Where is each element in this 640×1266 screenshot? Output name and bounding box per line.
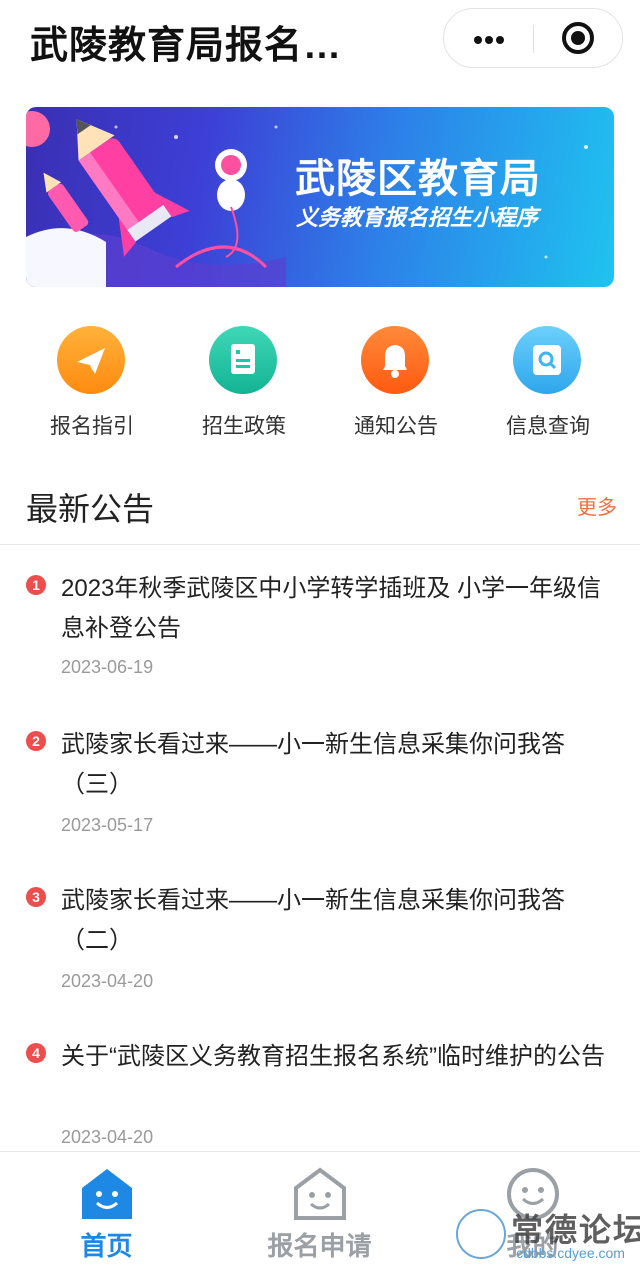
notice-title: 武陵家长看过来——小一新生信息采集你问我答（二） — [61, 887, 565, 954]
tab-home[interactable]: 首页 — [0, 1152, 213, 1266]
tab-label: 首页 — [80, 1231, 133, 1261]
menu-item-registration-guide[interactable]: 报名指引 — [17, 320, 167, 450]
tab-apply[interactable]: 报名申请 — [213, 1152, 426, 1266]
notice-date: 2023-04-20 — [61, 1127, 154, 1147]
menu-label: 报名指引 — [50, 415, 134, 438]
more-link[interactable]: 更多 — [577, 491, 617, 520]
menu-label: 信息查询 — [506, 415, 590, 438]
forum-watermark: 常德论坛 cdbbs.cdyee.com — [456, 1205, 640, 1266]
menu-item-info-query[interactable]: 信息查询 — [473, 320, 623, 450]
notice-date: 2023-06-19 — [61, 657, 154, 677]
notice-number-badge: 3 — [26, 887, 46, 907]
banner-subtitle: 义务教育报名招生小程序 — [296, 205, 539, 230]
document-icon — [209, 326, 277, 394]
menu-label: 招生政策 — [202, 415, 286, 438]
tab-label: 报名申请 — [267, 1231, 372, 1261]
apply-house-icon — [291, 1166, 349, 1222]
divider — [0, 544, 640, 545]
banner-title: 武陵区教育局 — [295, 157, 541, 201]
paper-plane-icon — [57, 326, 125, 394]
quick-menu: 报名指引 招生政策 通知公告 信息查询 — [0, 320, 640, 450]
notice-title: 武陵家长看过来——小一新生信息采集你问我答（三） — [61, 731, 565, 798]
watermark-url: cdbbs.cdyee.com — [516, 1245, 625, 1261]
home-icon — [78, 1166, 136, 1222]
page-title: 武陵教育局报名… — [30, 25, 343, 67]
section-title: 最新公告 — [26, 491, 155, 527]
mini-program-capsule — [443, 8, 623, 68]
forum-logo-icon — [456, 1209, 506, 1259]
more-options-button[interactable] — [444, 9, 533, 67]
menu-label: 通知公告 — [354, 415, 438, 438]
notice-number-badge: 4 — [26, 1043, 46, 1063]
notice-title: 关于“武陵区义务教育招生报名系统”临时维护的公告 — [61, 1043, 605, 1070]
notice-date: 2023-05-17 — [61, 815, 154, 835]
notice-number-badge: 1 — [26, 575, 46, 595]
menu-item-notices[interactable]: 通知公告 — [321, 320, 471, 450]
bell-icon — [361, 326, 429, 394]
navigation-bar: 武陵教育局报名… — [0, 0, 640, 80]
notice-date: 2023-04-20 — [61, 971, 154, 991]
notice-title: 2023年秋季武陵区中小学转学插班及 小学一年级信息补登公告 — [61, 575, 602, 642]
notice-number-badge: 2 — [26, 731, 46, 751]
search-icon — [513, 326, 581, 394]
close-mini-program-button[interactable] — [534, 9, 623, 67]
menu-item-enrollment-policy[interactable]: 招生政策 — [169, 320, 319, 450]
